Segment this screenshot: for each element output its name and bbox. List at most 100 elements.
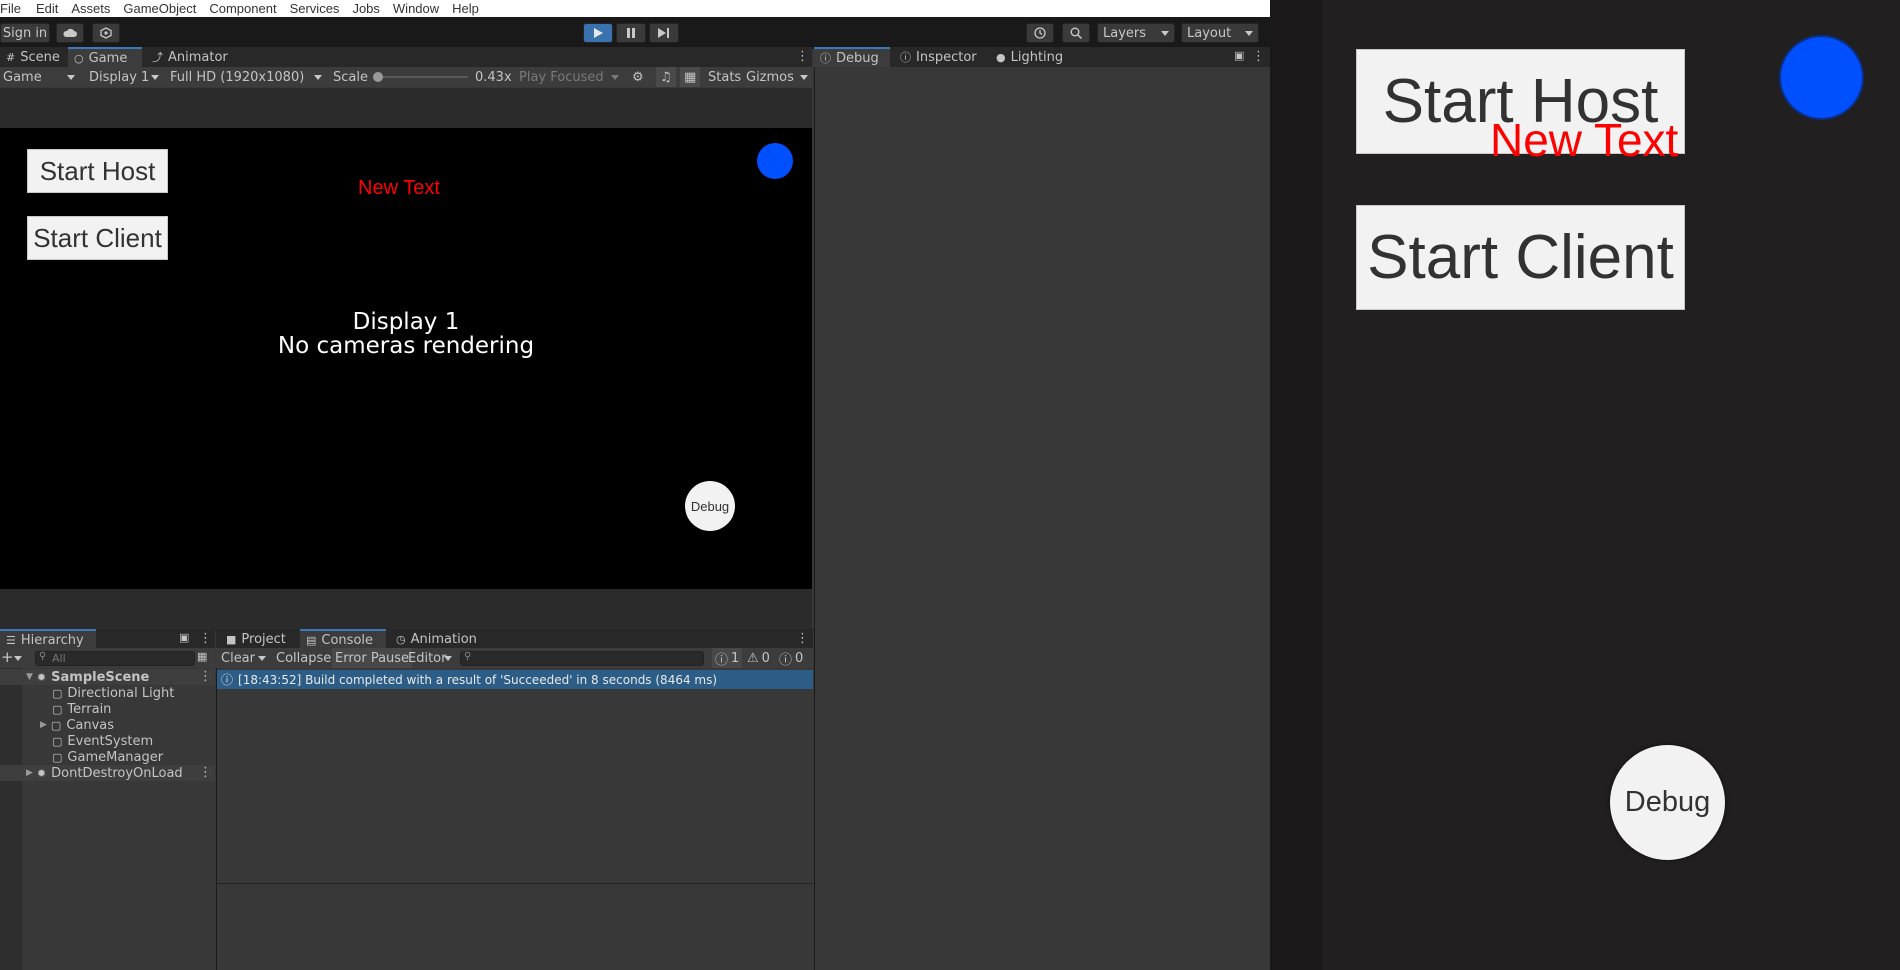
stats-toggle[interactable]: Stats — [708, 67, 741, 87]
display-dropdown-label: Display 1 — [89, 69, 150, 85]
menu-edit[interactable]: Edit — [36, 1, 65, 16]
search-filter-icon[interactable]: ▦ — [197, 650, 207, 663]
gizmos-toggle[interactable]: Gizmos — [746, 67, 794, 87]
more-options-icon[interactable]: ⋮ — [199, 765, 212, 780]
chevron-down-icon — [151, 75, 159, 80]
tree-row-eventsystem[interactable]: ▢ EventSystem — [52, 733, 153, 749]
tree-row-label: Directional Light — [67, 685, 175, 701]
collab-button[interactable] — [92, 23, 120, 43]
tab-hierarchy[interactable]: ☰ Hierarchy — [0, 629, 96, 649]
tab-lighting[interactable]: ● Lighting — [990, 47, 1069, 67]
more-options-icon[interactable]: ⋮ — [199, 631, 212, 646]
tree-row-canvas[interactable]: ▶ ▢ Canvas — [40, 717, 114, 733]
display-dropdown[interactable]: Display 1 — [86, 68, 164, 86]
menu-services[interactable]: Services — [290, 1, 347, 16]
lock-icon[interactable]: ▣ — [1234, 49, 1244, 62]
scale-value: 0.43x — [475, 69, 512, 85]
menu-gameobject[interactable]: GameObject — [123, 1, 203, 16]
chevron-down-icon[interactable] — [444, 656, 452, 661]
start-client-button[interactable]: Start Client — [27, 216, 168, 260]
expand-arrow-icon[interactable]: ▼ — [26, 672, 33, 682]
mute-audio-icon[interactable]: ♫ — [656, 67, 676, 87]
debug-panel — [814, 67, 1270, 970]
warning-count: 0 — [761, 650, 770, 666]
console-toolbar: Clear Collapse Error Pause Editor ⚲ ⓘ 1 … — [216, 648, 813, 668]
player-start-client-button[interactable]: Start Client — [1356, 205, 1685, 310]
player-status-indicator — [1779, 35, 1864, 120]
editor-dropdown[interactable]: Editor — [405, 648, 449, 668]
main-toolbar: Sign in Layers Layout — [0, 17, 1270, 49]
tab-project[interactable]: ■ Project — [220, 629, 292, 649]
more-options-icon[interactable]: ⋮ — [796, 49, 809, 64]
player-debug-button[interactable]: Debug — [1610, 745, 1725, 860]
more-options-icon[interactable]: ⋮ — [1252, 49, 1265, 64]
tab-scene[interactable]: # Scene — [0, 47, 66, 67]
tab-animation-label: Animation — [410, 631, 477, 647]
clear-button[interactable]: Clear — [218, 648, 258, 668]
layout-dropdown[interactable]: Layout — [1181, 23, 1259, 43]
warning-count-toggle[interactable]: ⚠ 0 — [744, 648, 773, 668]
layers-dropdown[interactable]: Layers — [1097, 23, 1175, 43]
add-icon[interactable]: + — [1, 648, 14, 666]
console-log-entry[interactable]: ⓘ [18:43:52] Build completed with a resu… — [217, 670, 813, 689]
tab-lighting[interactable] — [814, 47, 826, 67]
search-button[interactable] — [1062, 23, 1090, 43]
pause-button[interactable] — [616, 23, 646, 43]
scale-slider[interactable] — [373, 72, 468, 82]
tab-console[interactable]: ▤ Console — [300, 629, 386, 649]
info-icon: ⓘ — [900, 51, 911, 64]
tab-hierarchy-label: Hierarchy — [20, 632, 84, 648]
chevron-down-icon — [1161, 31, 1169, 36]
tab-game[interactable]: ○ Game — [68, 47, 142, 67]
history-button[interactable] — [1026, 23, 1054, 43]
view-dropdown[interactable]: Game — [0, 68, 80, 86]
error-pause-toggle[interactable]: Error Pause — [332, 648, 413, 668]
info-count-toggle[interactable]: ⓘ 1 — [712, 648, 743, 668]
clock-icon: ◷ — [396, 632, 406, 646]
hierarchy-search-input[interactable]: All — [35, 651, 195, 666]
collapse-toggle[interactable]: Collapse — [273, 648, 334, 668]
resolution-dropdown[interactable]: Full HD (1920x1080) — [167, 68, 327, 86]
expand-arrow-icon[interactable]: ▶ — [40, 720, 47, 730]
error-count-toggle[interactable]: ⓘ 0 — [776, 648, 806, 668]
tree-row-dontdestroyonload[interactable]: ▶ ✹ DontDestroyOnLoad ⋮ — [0, 765, 215, 781]
lock-icon[interactable]: ▣ — [179, 631, 189, 644]
menu-jobs[interactable]: Jobs — [352, 1, 386, 16]
folder-icon: ■ — [226, 632, 237, 646]
menu-file[interactable]: File — [0, 1, 28, 16]
bug-icon[interactable]: ⚙ — [632, 67, 644, 87]
debug-button[interactable]: Debug — [685, 481, 735, 531]
play-button[interactable] — [583, 23, 613, 43]
more-options-icon[interactable]: ⋮ — [199, 669, 212, 684]
info-icon: ⓘ — [221, 673, 234, 687]
tab-animation[interactable]: ◷ Animation — [390, 629, 483, 649]
editor-tab-strip: # Scene ○ Game ⤴ Animator ⋮ — [0, 47, 812, 67]
collab-icon — [100, 27, 112, 39]
sign-in-button[interactable]: Sign in — [0, 23, 50, 43]
scale-slider-handle[interactable] — [373, 72, 383, 82]
menu-component[interactable]: Component — [209, 1, 283, 16]
tree-row-samplescene[interactable]: ▼ ✹ SampleScene ⋮ — [0, 669, 215, 685]
play-focused-dropdown[interactable]: Play Focused — [516, 68, 624, 86]
tree-row-directional-light[interactable]: ▢ Directional Light — [52, 685, 174, 701]
tree-row-gamemanager[interactable]: ▢ GameManager — [52, 749, 163, 765]
more-options-icon[interactable]: ⋮ — [796, 631, 809, 646]
menu-window[interactable]: Window — [393, 1, 446, 16]
tree-row-terrain[interactable]: ▢ Terrain — [52, 701, 111, 717]
tab-animator[interactable]: ⤴ Animator — [146, 47, 234, 67]
tab-inspector-label: Inspector — [916, 49, 977, 65]
step-button[interactable] — [649, 23, 679, 43]
menu-assets[interactable]: Assets — [71, 1, 117, 16]
no-cameras-message: No cameras rendering — [277, 333, 535, 359]
start-host-button[interactable]: Start Host — [27, 149, 168, 193]
menu-help[interactable]: Help — [452, 1, 486, 16]
cloud-button[interactable] — [56, 23, 84, 43]
console-search-input[interactable] — [460, 651, 704, 666]
expand-arrow-icon[interactable]: ▶ — [26, 768, 33, 778]
console-detail-divider[interactable] — [216, 883, 813, 884]
chevron-down-icon[interactable] — [800, 75, 808, 80]
shortcuts-icon[interactable]: ▦ — [680, 67, 701, 87]
chevron-down-icon[interactable] — [258, 656, 266, 661]
chevron-down-icon[interactable] — [14, 656, 22, 661]
tab-inspector[interactable]: ⓘ Inspector — [894, 47, 983, 67]
